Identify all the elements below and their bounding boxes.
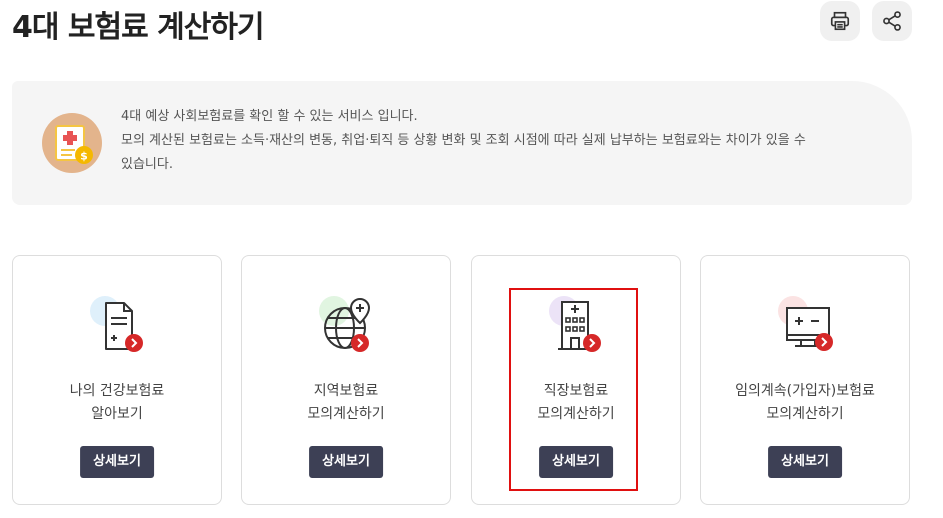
document-icon: [90, 296, 143, 352]
card-label: 지역보험료 모의계산하기: [242, 380, 450, 426]
card-label-line-1: 직장보험료: [543, 383, 609, 399]
card-label: 직장보험료 모의계산하기: [472, 380, 680, 426]
notice-line-2: 모의 계산된 보험료는 소득·재산의 변동, 취업·퇴직 등 상황 변화 및 조…: [121, 133, 806, 148]
card-label-line-2: 알아보기: [91, 406, 143, 422]
card-label-line-2: 모의계산하기: [537, 406, 615, 422]
card-label-line-1: 지역보험료: [313, 383, 379, 399]
card-health-insurance[interactable]: 나의 건강보험료 알아보기 상세보기: [12, 255, 222, 505]
detail-button-health[interactable]: 상세보기: [80, 446, 154, 478]
page-title: 4대 보험료 계산하기: [12, 10, 265, 45]
share-icon: [883, 11, 901, 31]
print-button[interactable]: [820, 1, 860, 41]
card-label-line-1: 나의 건강보험료: [69, 383, 165, 399]
insurance-document-coin-icon: $: [42, 113, 102, 173]
detail-button-workplace[interactable]: 상세보기: [539, 446, 613, 478]
building-icon: [549, 296, 601, 352]
notice-line-1: 4대 예상 사회보험료를 확인 할 수 있는 서비스 입니다.: [121, 109, 418, 124]
globe-icon: [319, 296, 371, 352]
card-regional-insurance[interactable]: 지역보험료 모의계산하기 상세보기: [241, 255, 451, 505]
notice-line-3: 있습니다.: [121, 157, 173, 172]
printer-icon: [830, 11, 850, 31]
svg-text:$: $: [80, 150, 88, 163]
notice-box: $ 4대 예상 사회보험료를 확인 할 수 있는 서비스 입니다. 모의 계산된…: [12, 81, 912, 205]
share-button[interactable]: [872, 1, 912, 41]
card-voluntary-insurance[interactable]: 임의계속(가입자)보험료 모의계산하기 상세보기: [700, 255, 910, 505]
detail-button-regional[interactable]: 상세보기: [309, 446, 383, 478]
card-label-line-1: 임의계속(가입자)보험료: [735, 383, 875, 399]
notice-text: 4대 예상 사회보험료를 확인 할 수 있는 서비스 입니다. 모의 계산된 보…: [121, 105, 881, 177]
card-label: 임의계속(가입자)보험료 모의계산하기: [701, 380, 909, 426]
detail-button-voluntary[interactable]: 상세보기: [768, 446, 842, 478]
card-label: 나의 건강보험료 알아보기: [13, 380, 221, 426]
card-workplace-insurance[interactable]: 직장보험료 모의계산하기 상세보기: [471, 255, 681, 505]
calculator-monitor-icon: [778, 296, 833, 351]
card-label-line-2: 모의계산하기: [766, 406, 844, 422]
card-label-line-2: 모의계산하기: [307, 406, 385, 422]
